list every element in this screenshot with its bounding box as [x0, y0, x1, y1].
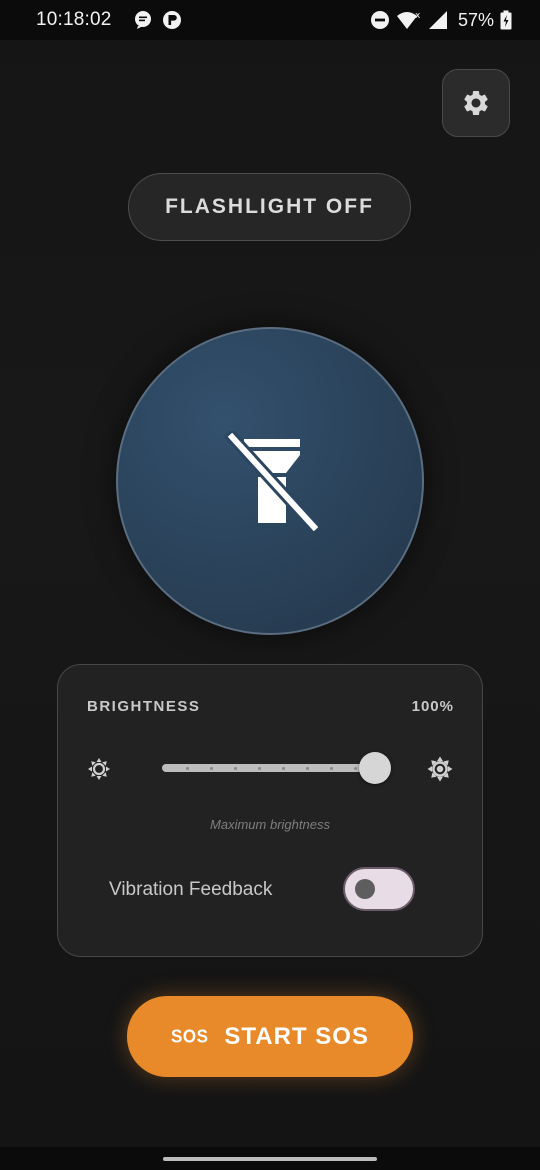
sos-icon: SOS	[171, 1025, 209, 1047]
flashlight-app-screen: 10:18:02 x 57% FLASHLIGHT OFF BRIGHTNESS…	[0, 0, 540, 1170]
flashlight-toggle-button[interactable]	[116, 327, 424, 635]
slider-tick	[306, 766, 309, 770]
do-not-disturb-icon	[370, 11, 389, 29]
gear-icon	[464, 91, 488, 115]
brightness-low-icon	[88, 758, 110, 780]
vibration-feedback-toggle[interactable]	[343, 867, 415, 911]
flashlight-off-icon	[223, 431, 318, 531]
slider-tick	[210, 766, 213, 770]
wifi-icon: x	[396, 11, 421, 29]
battery-percentage: 57%	[457, 9, 494, 30]
status-time: 10:18:02	[36, 9, 112, 30]
settings-button[interactable]	[442, 69, 510, 137]
start-sos-label: START SOS	[224, 1022, 369, 1050]
home-gesture-indicator[interactable]	[163, 1157, 377, 1161]
slider-tick	[354, 766, 357, 770]
brightness-slider-thumb[interactable]	[359, 752, 391, 784]
flashlight-status-pill: FLASHLIGHT OFF	[128, 173, 411, 241]
start-sos-button[interactable]: SOS START SOS	[127, 996, 413, 1077]
slider-tick	[186, 766, 189, 770]
toggle-knob	[355, 879, 375, 899]
brightness-label: BRIGHTNESS	[87, 698, 201, 715]
vibration-feedback-label: Vibration Feedback	[109, 879, 273, 900]
battery-icon	[500, 10, 512, 30]
brightness-high-icon	[427, 756, 453, 782]
flashlight-status-label: FLASHLIGHT OFF	[165, 195, 374, 218]
signal-icon	[428, 11, 447, 29]
brightness-caption: Maximum brightness	[210, 817, 330, 832]
status-right-icons: x 57%	[370, 8, 512, 32]
status-bar: 10:18:02 x 57%	[0, 0, 540, 40]
svg-text:x: x	[415, 11, 421, 21]
slider-tick	[282, 766, 285, 770]
brightness-slider[interactable]	[162, 752, 391, 784]
brightness-card: BRIGHTNESS 100% Maximum brightness Vibra…	[57, 664, 483, 957]
app-notification-icon	[163, 11, 181, 29]
slider-tick	[258, 766, 261, 770]
chat-icon	[135, 11, 151, 29]
slider-tick	[234, 766, 237, 770]
brightness-value: 100%	[411, 698, 454, 715]
slider-tick	[330, 766, 333, 770]
